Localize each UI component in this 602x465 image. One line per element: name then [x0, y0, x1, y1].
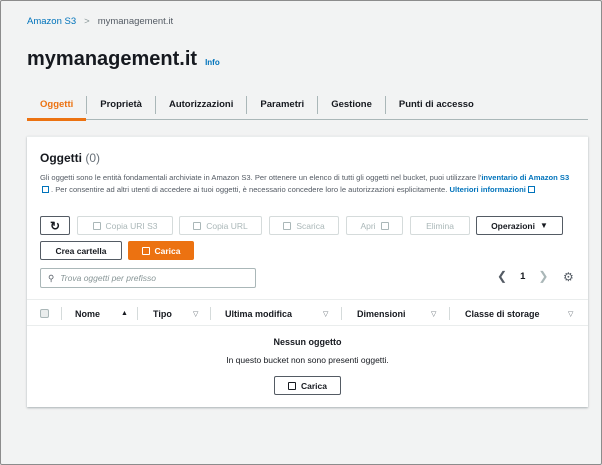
sort-icon: ▽ [193, 310, 199, 318]
create-folder-label: Crea cartella [55, 245, 107, 256]
column-dimensioni-label: Dimensioni [357, 308, 406, 319]
column-divider [341, 307, 342, 320]
column-dimensioni[interactable]: Dimensioni ▽ [357, 300, 442, 327]
tab-oggetti[interactable]: Oggetti [27, 96, 87, 121]
pagination: ❮ 1 ❯ [497, 269, 548, 283]
actions-dropdown[interactable]: Operazioni ▼ [476, 216, 563, 235]
current-page[interactable]: 1 [520, 271, 525, 282]
download-button[interactable]: Scarica [269, 216, 339, 235]
inventory-link[interactable]: inventario di Amazon S3 [481, 173, 569, 182]
select-all-checkbox[interactable] [40, 309, 49, 318]
copy-s3-uri-button[interactable]: Copia URI S3 [77, 216, 173, 235]
breadcrumb-current: mymanagement.it [97, 16, 174, 27]
empty-state-title: Nessun oggetto [273, 337, 342, 347]
gear-icon[interactable]: ⚙ [563, 270, 574, 284]
copy-icon [193, 221, 202, 230]
refresh-icon: ↻ [49, 218, 61, 233]
description-text-1: Gli oggetti sono le entità fondamentali … [40, 173, 482, 182]
page-title: mymanagement.it [27, 48, 198, 70]
column-divider [210, 307, 211, 320]
prev-page-icon[interactable]: ❮ [497, 269, 507, 283]
sort-icon: ▽ [431, 310, 437, 318]
sort-icon: ▽ [568, 310, 574, 318]
actions-label: Operazioni [491, 220, 535, 231]
empty-upload-button[interactable]: Carica [274, 376, 341, 395]
sort-icon: ▽ [323, 310, 329, 318]
column-ultima-modifica-label: Ultima modifica [225, 308, 293, 319]
open-label: Apri [360, 220, 376, 231]
copy-icon [92, 221, 101, 230]
upload-label: Carica [154, 245, 181, 256]
learn-more-link[interactable]: Ulteriori informazioni [450, 185, 526, 194]
tab-proprieta[interactable]: Proprietà [86, 95, 155, 114]
search-placeholder: Trova oggetti per prefisso [60, 273, 156, 283]
panel-title: Oggetti (0) [40, 151, 100, 165]
column-divider [137, 307, 138, 320]
tab-punti-di-accesso[interactable]: Punti di accesso [384, 95, 487, 114]
tab-bar: Oggetti Proprietà Autorizzazioni Paramet… [27, 90, 588, 121]
objects-panel: Oggetti (0) Gli oggetti sono le entità f… [27, 136, 588, 407]
object-count: (0) [85, 151, 101, 165]
column-nome[interactable]: Nome ▲ [75, 300, 135, 327]
delete-button[interactable]: Elimina [410, 216, 470, 235]
empty-state-description: In questo bucket non sono presenti ogget… [226, 355, 389, 365]
copy-s3-uri-label: Copia URI S3 [105, 220, 158, 231]
column-tipo[interactable]: Tipo ▽ [153, 300, 213, 327]
breadcrumb: Amazon S3 > mymanagement.it [27, 16, 173, 27]
download-icon [283, 221, 292, 230]
column-classe-di-storage[interactable]: Classe di storage ▽ [465, 300, 580, 327]
tab-gestione[interactable]: Gestione [317, 95, 385, 114]
breadcrumb-amazon-s3[interactable]: Amazon S3 [27, 16, 76, 27]
copy-url-label: Copia URL [206, 220, 248, 231]
empty-upload-label: Carica [301, 380, 327, 391]
table-header: Nome ▲ Tipo ▽ Ultima modifica ▽ Dimensio… [27, 299, 588, 326]
tab-parametri[interactable]: Parametri [246, 95, 317, 114]
column-divider [449, 307, 450, 320]
caret-down-icon: ▼ [540, 221, 548, 230]
column-tipo-label: Tipo [153, 308, 172, 319]
chevron-right-icon: > [84, 16, 90, 27]
external-link-icon [527, 186, 535, 193]
download-label: Scarica [296, 220, 325, 231]
panel-description: Gli oggetti sono le entità fondamentali … [40, 172, 570, 196]
external-link-icon [42, 186, 49, 193]
column-ultima-modifica[interactable]: Ultima modifica ▽ [225, 300, 335, 327]
upload-button[interactable]: Carica [128, 241, 194, 260]
delete-label: Elimina [426, 220, 454, 231]
tab-autorizzazioni[interactable]: Autorizzazioni [154, 95, 246, 114]
sort-asc-icon: ▲ [121, 310, 128, 317]
panel-title-text: Oggetti [40, 151, 82, 165]
column-divider [61, 307, 62, 320]
column-classe-di-storage-label: Classe di storage [465, 308, 540, 319]
copy-url-button[interactable]: Copia URL [179, 216, 262, 235]
search-icon: ⚲ [48, 272, 55, 283]
next-page-icon[interactable]: ❯ [538, 269, 548, 283]
open-button[interactable]: Apri [346, 216, 403, 235]
description-text-2: . Per consentire ad altri utenti di acce… [51, 185, 448, 194]
create-folder-button[interactable]: Crea cartella [40, 241, 122, 260]
upload-icon [288, 381, 296, 390]
upload-icon [141, 246, 150, 255]
refresh-button[interactable]: ↻ [40, 216, 70, 235]
page-header: mymanagement.it Info [27, 48, 220, 71]
search-input[interactable]: ⚲ Trova oggetti per prefisso [40, 268, 256, 288]
info-link[interactable]: Info [205, 58, 220, 67]
external-link-icon [380, 221, 389, 230]
column-nome-label: Nome [75, 308, 101, 319]
